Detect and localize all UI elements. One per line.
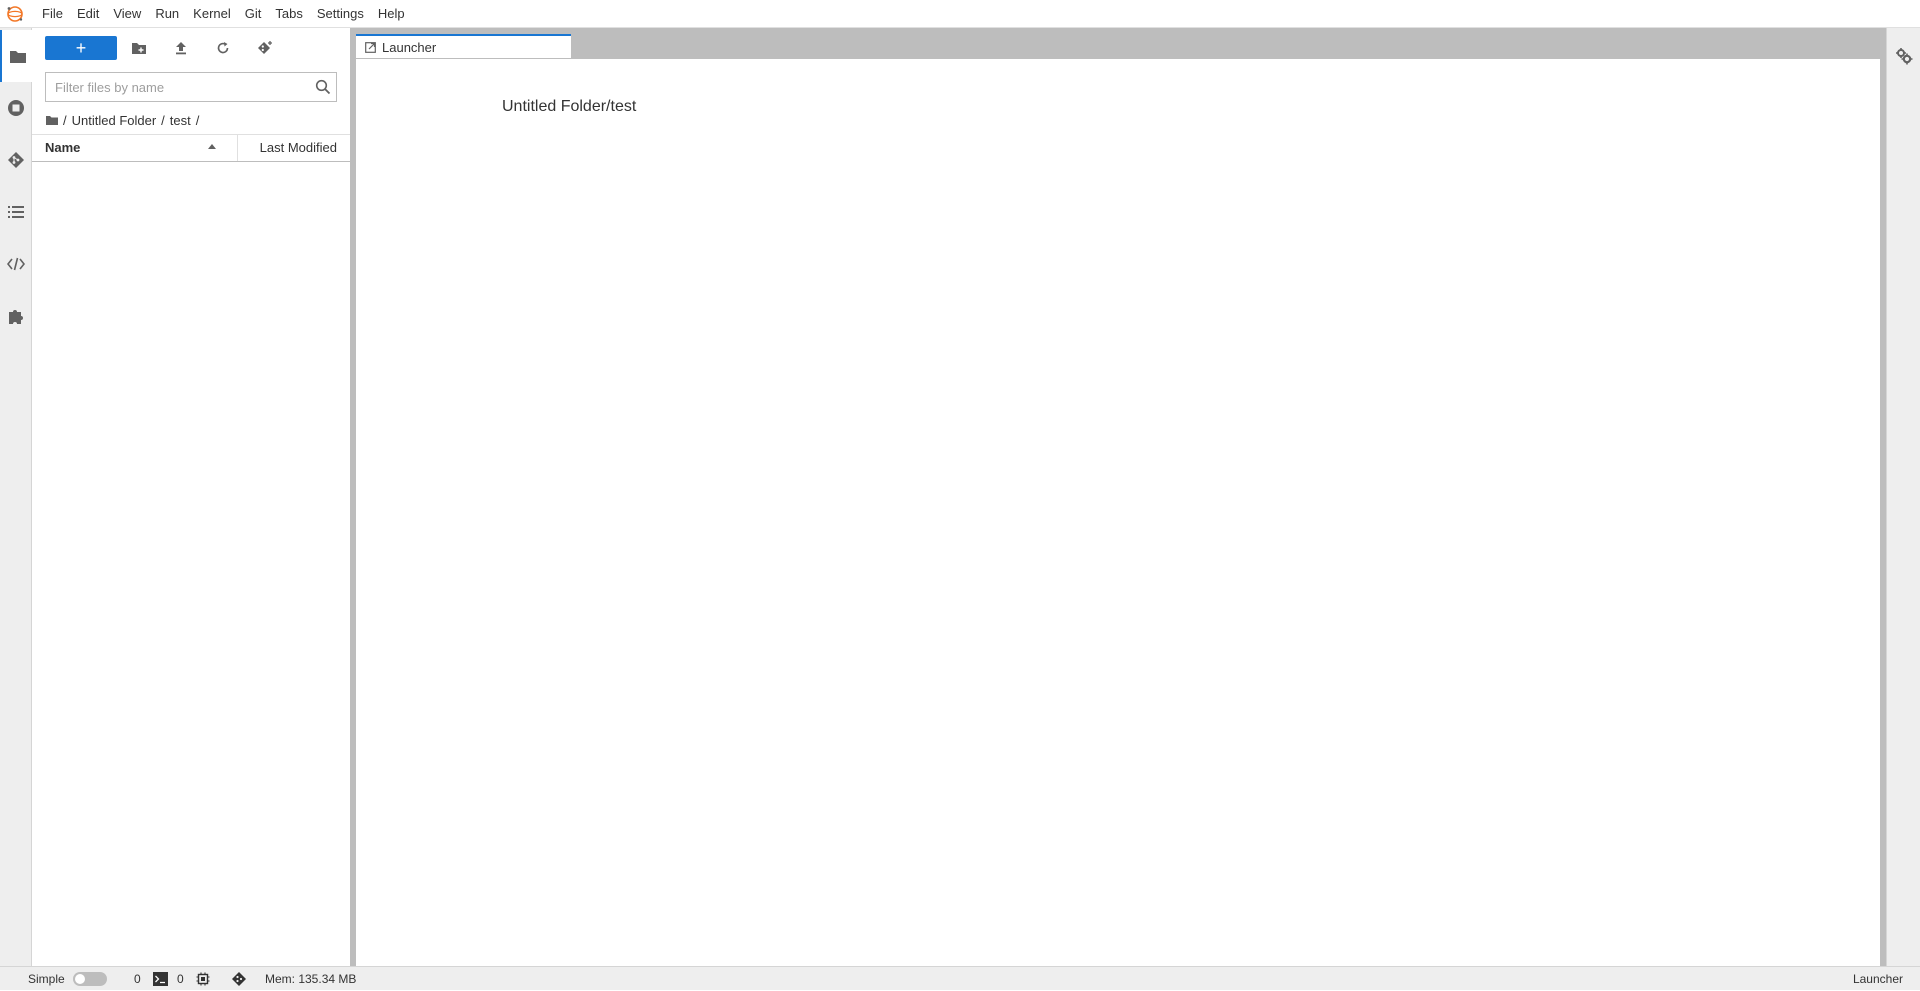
menu-kernel[interactable]: Kernel: [186, 0, 238, 28]
breadcrumb-separator: /: [63, 112, 67, 128]
refresh-icon: [217, 42, 229, 54]
tab-bar: Launcher: [356, 28, 1880, 59]
upload-icon: [176, 42, 186, 55]
property-settings-gears-icon[interactable]: [1887, 30, 1920, 82]
simple-mode-toggle[interactable]: [73, 967, 107, 991]
toggle-track: [73, 972, 107, 986]
file-browser-toolbar: +: [32, 34, 350, 60]
sort-ascending-icon: [208, 144, 216, 149]
menu-edit[interactable]: Edit: [70, 0, 106, 28]
memory-usage: Mem: 135.34 MB: [265, 972, 357, 986]
column-header-last-modified[interactable]: Last Modified: [260, 135, 337, 161]
folder-icon[interactable]: [0, 30, 33, 82]
git-icon[interactable]: [0, 134, 32, 186]
column-header-name[interactable]: Name: [45, 135, 80, 161]
breadcrumb: / Untitled Folder / test /: [46, 110, 204, 130]
home-folder-icon[interactable]: [46, 113, 58, 128]
menu-tabs[interactable]: Tabs: [268, 0, 309, 28]
current-activity-label: Launcher: [1852, 972, 1903, 986]
breadcrumb-item-untitled-folder[interactable]: Untitled Folder: [72, 113, 157, 128]
file-filter-box: [45, 72, 337, 102]
breadcrumb-separator: /: [161, 112, 165, 128]
table-of-contents-icon[interactable]: [0, 186, 32, 238]
menu-git[interactable]: Git: [238, 0, 269, 28]
menu-help[interactable]: Help: [371, 0, 412, 28]
right-sidebar: [1886, 28, 1920, 966]
breadcrumb-item-test[interactable]: test: [170, 113, 191, 128]
extension-manager-icon[interactable]: [0, 290, 32, 342]
menu-run[interactable]: Run: [148, 0, 186, 28]
main-dock-area: Launcher Untitled Folder/test: [350, 28, 1886, 990]
status-bar: Simple 0 0 Mem: 135.34 MB Launcher: [0, 966, 1920, 990]
jupyter-logo-icon: [1, 0, 29, 28]
menu-bar: File Edit View Run Kernel Git Tabs Setti…: [0, 0, 1920, 28]
toggle-knob: [75, 974, 85, 984]
file-browser-panel: + / Untitled Folder / test / Name: [32, 28, 350, 966]
new-folder-button[interactable]: [124, 36, 154, 60]
terminals-count[interactable]: 0: [177, 967, 184, 991]
tab-label: Launcher: [382, 40, 437, 55]
left-sidebar: [0, 28, 33, 966]
menu-settings[interactable]: Settings: [310, 0, 371, 28]
menu-file[interactable]: File: [35, 0, 70, 28]
column-divider[interactable]: [237, 135, 238, 161]
file-list-header: Name Last Modified: [32, 134, 350, 162]
tab-launcher[interactable]: Launcher: [356, 34, 571, 59]
git-clone-button[interactable]: [250, 36, 280, 60]
new-launcher-button[interactable]: +: [45, 36, 117, 60]
upload-button[interactable]: [166, 36, 196, 60]
git-clone-icon: [258, 41, 272, 54]
running-stop-icon[interactable]: [0, 82, 32, 134]
breadcrumb-separator: /: [195, 112, 200, 128]
new-folder-icon: [132, 43, 146, 54]
launcher-current-directory: Untitled Folder/test: [502, 98, 637, 115]
kernel-cpu-icon[interactable]: [196, 967, 210, 991]
menu-view[interactable]: View: [106, 0, 148, 28]
simple-mode-label: Simple: [28, 972, 65, 986]
launcher-tab-icon: [365, 42, 376, 53]
file-list: [32, 162, 350, 962]
property-inspector-icon[interactable]: [0, 238, 32, 290]
file-filter-input[interactable]: [46, 73, 306, 101]
launcher-panel: Untitled Folder/test: [356, 58, 1880, 990]
git-status-icon[interactable]: [231, 967, 247, 991]
kernels-count[interactable]: 0: [134, 967, 141, 991]
terminal-icon[interactable]: [153, 967, 168, 991]
refresh-button[interactable]: [208, 36, 238, 60]
search-icon: [315, 79, 331, 95]
